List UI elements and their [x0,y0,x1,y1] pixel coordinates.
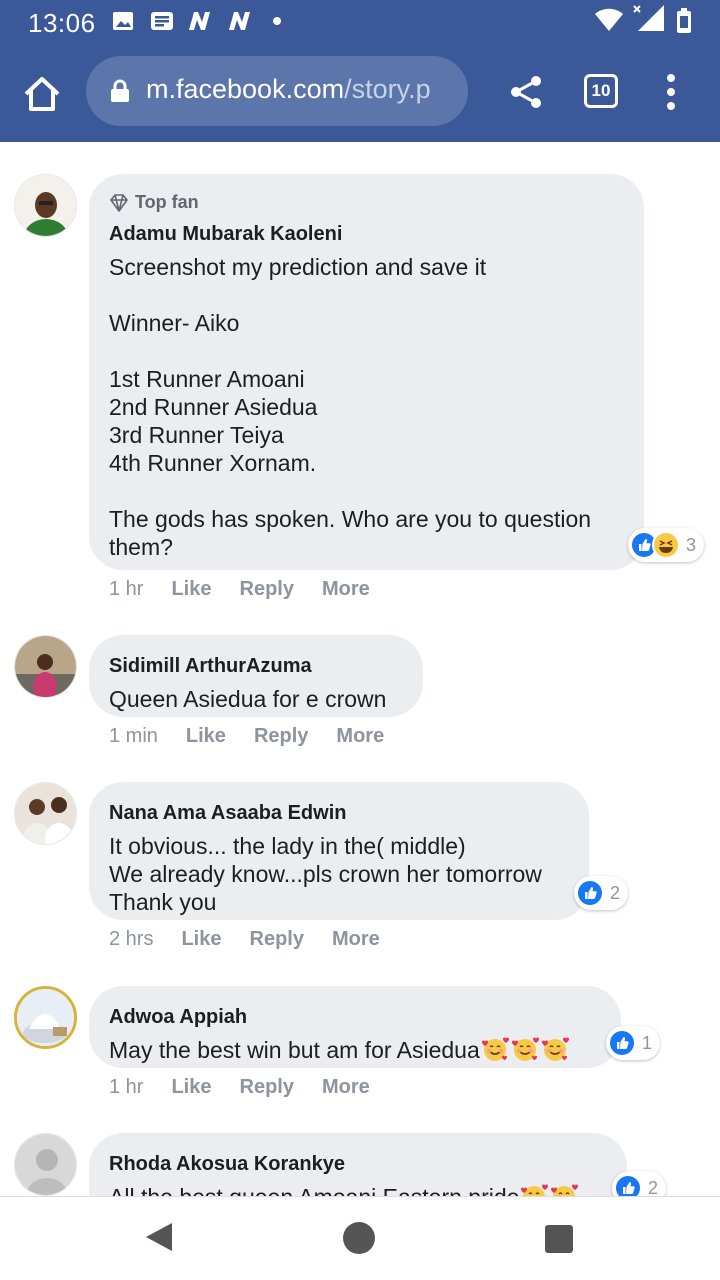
comment-bubble: Adwoa Appiah May the best win but am for… [89,986,621,1068]
lock-icon [111,79,129,102]
battery-icon [677,8,691,33]
comment-author[interactable]: Nana Ama Asaaba Edwin [109,800,569,826]
news-icon [151,12,173,30]
comment-actions: 1 min Like Reply More [109,725,384,748]
comment-bubble: Top fan Adamu Mubarak Kaoleni Screenshot… [89,174,644,570]
status-time: 13:06 [28,8,96,38]
like-button[interactable]: Like [171,578,211,601]
comment-text-body: All the best queen Amoani Eastern pride [109,1184,519,1196]
reply-button[interactable]: Reply [254,725,308,748]
dot-icon [273,17,281,25]
signal-icon [633,5,664,31]
share-icon[interactable] [508,74,544,110]
comment-text: Screenshot my prediction and save it Win… [109,254,592,560]
home-nav-icon[interactable] [343,1222,375,1254]
comment-actions: 1 hr Like Reply More [109,578,370,601]
image-icon [113,12,133,30]
comment-time: 2 hrs [109,928,154,950]
reaction-count: 1 [642,1032,653,1053]
url-path: /story.p [344,74,431,104]
reaction-count: 3 [686,534,697,555]
home-icon[interactable] [22,74,62,114]
comment-time: 1 hr [109,1076,144,1098]
comment-author[interactable]: Rhoda Akosua Korankye [109,1151,607,1177]
comment-list: Top fan Adamu Mubarak Kaoleni Screenshot… [0,142,720,1196]
smiling-face-with-hearts-icon [510,1036,540,1062]
avatar[interactable] [14,782,77,845]
comment-actions: 1 hr Like Reply More [109,1076,370,1099]
avatar[interactable] [14,174,77,237]
comment-bubble: Nana Ama Asaaba Edwin It obvious... the … [89,782,589,920]
reaction-count: 2 [648,1177,659,1197]
smiling-face-with-hearts-icon [519,1183,549,1196]
reaction-summary[interactable]: 2 [612,1171,667,1197]
avatar[interactable] [14,1133,77,1196]
comment-bubble: Sidimill ArthurAzuma Queen Asiedua for e… [89,635,423,717]
recent-apps-icon[interactable] [545,1225,573,1253]
reaction-summary[interactable]: 2 [574,876,629,910]
comment-time: 1 min [109,725,158,747]
back-icon[interactable] [144,1221,174,1253]
like-button[interactable]: Like [171,1076,211,1099]
reply-button[interactable]: Reply [240,578,294,601]
avatar[interactable] [14,986,77,1049]
smiling-face-with-hearts-icon [480,1036,510,1062]
reply-button[interactable]: Reply [250,928,304,951]
avatar[interactable] [14,635,77,698]
more-button[interactable]: More [322,578,370,601]
tab-switcher-button[interactable]: 10 [584,74,618,108]
like-reaction-icon [608,1029,636,1057]
wifi-icon [595,8,623,31]
comment-text: May the best win but am for Asiedua [109,1036,601,1064]
url-text: m.facebook.com/story.p [146,74,458,105]
smiling-face-with-hearts-icon [540,1036,570,1062]
top-fan-label: Top fan [135,192,199,212]
comment-author[interactable]: Sidimill ArthurAzuma [109,653,403,679]
n-app-icon [189,12,210,30]
comment-author[interactable]: Adamu Mubarak Kaoleni [109,221,624,247]
top-fan-badge: Top fan [109,192,624,213]
comment-actions: 2 hrs Like Reply More [109,928,380,951]
reply-button[interactable]: Reply [240,1076,294,1099]
haha-reaction-icon [652,531,680,559]
more-button[interactable]: More [322,1076,370,1099]
browser-header: 13:06 m.facebook.com/story.p 10 [0,0,720,142]
browser-toolbar: m.facebook.com/story.p 10 [0,44,720,142]
like-reaction-icon [576,879,604,907]
comment-text: Queen Asiedua for e crown [109,686,387,712]
status-bar: 13:06 [0,0,720,44]
smiling-face-with-hearts-icon [549,1183,579,1196]
comment-text: It obvious... the lady in the( middle) W… [109,833,542,915]
like-button[interactable]: Like [181,928,221,951]
url-host: m.facebook.com [146,74,345,104]
n-app-icon [229,12,250,30]
reaction-summary[interactable]: 1 [606,1026,661,1060]
android-nav-bar [0,1196,720,1280]
comment-author[interactable]: Adwoa Appiah [109,1004,601,1030]
more-button[interactable]: More [332,928,380,951]
comment-time: 1 hr [109,578,144,600]
address-bar[interactable]: m.facebook.com/story.p [86,56,468,126]
reaction-summary[interactable]: 3 [628,528,705,562]
overflow-menu-icon[interactable] [660,74,682,110]
comment-text: All the best queen Amoani Eastern pride [109,1183,607,1196]
diamond-icon [110,193,128,212]
like-reaction-icon [614,1174,642,1196]
like-button[interactable]: Like [186,725,226,748]
comment-text-body: May the best win but am for Asiedua [109,1037,480,1063]
reaction-count: 2 [610,882,621,903]
more-button[interactable]: More [336,725,384,748]
comment-bubble: Rhoda Akosua Korankye All the best queen… [89,1133,627,1196]
